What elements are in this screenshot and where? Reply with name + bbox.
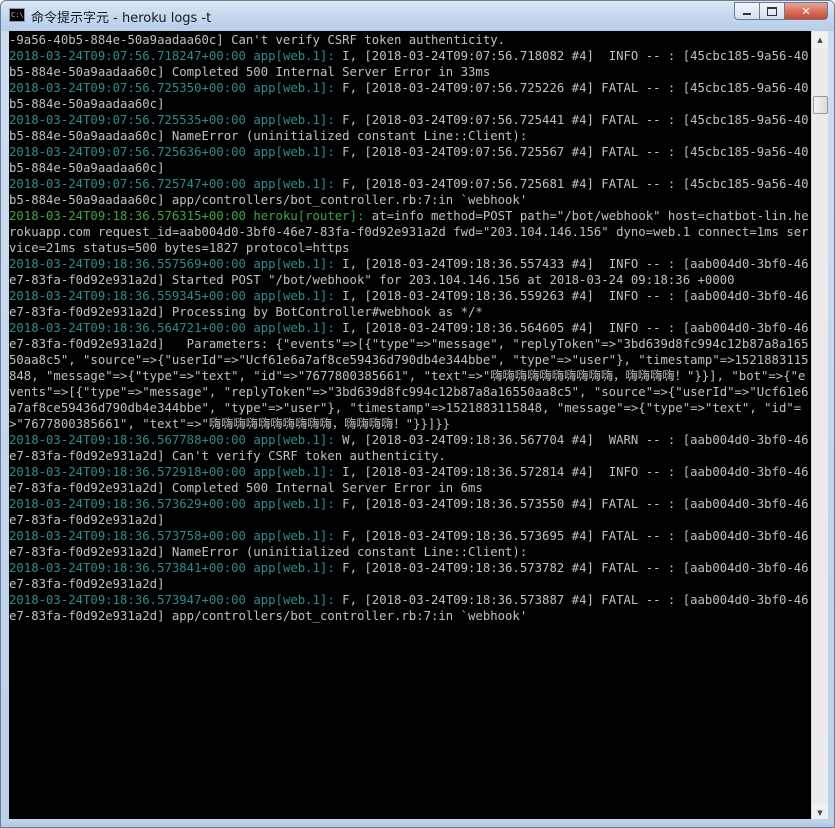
log-line: 2018-03-24T09:07:56.725636+00:00 app[web… xyxy=(9,145,809,175)
log-source: app[web.1]: xyxy=(253,497,335,511)
log-line: 2018-03-24T09:07:56.725747+00:00 app[web… xyxy=(9,177,809,207)
log-message: I, [2018-03-24T09:18:36.564605 #4] INFO … xyxy=(9,321,809,431)
log-line: 2018-03-24T09:18:36.576315+00:00 heroku[… xyxy=(9,209,809,255)
log-timestamp: 2018-03-24T09:18:36.573841+00:00 xyxy=(9,561,246,575)
close-button[interactable]: ✕ xyxy=(785,2,828,20)
window-controls: ✕ xyxy=(734,2,828,21)
log-timestamp: 2018-03-24T09:18:36.559345+00:00 xyxy=(9,289,246,303)
vertical-scrollbar[interactable]: ▲ ▼ xyxy=(811,31,828,821)
log-line: 2018-03-24T09:18:36.572918+00:00 app[web… xyxy=(9,465,809,495)
log-line: 2018-03-24T09:18:36.573758+00:00 app[web… xyxy=(9,529,809,559)
log-line: 2018-03-24T09:18:36.567788+00:00 app[web… xyxy=(9,433,809,463)
log-source: app[web.1]: xyxy=(253,433,335,447)
log-source: app[web.1]: xyxy=(253,289,335,303)
log-timestamp: 2018-03-24T09:07:56.725636+00:00 xyxy=(9,145,246,159)
log-timestamp: 2018-03-24T09:18:36.573947+00:00 xyxy=(9,593,246,607)
log-timestamp: 2018-03-24T09:18:36.576315+00:00 xyxy=(9,209,246,223)
log-line: 2018-03-24T09:18:36.573629+00:00 app[web… xyxy=(9,497,809,527)
log-text: -9a56-40b5-884e-50a9aadaa60c] Can't veri… xyxy=(9,32,811,624)
log-line: 2018-03-24T09:07:56.725535+00:00 app[web… xyxy=(9,113,809,143)
cmd-icon[interactable]: C:\ xyxy=(9,8,25,22)
log-source: app[web.1]: xyxy=(253,593,335,607)
log-line: 2018-03-24T09:18:36.573841+00:00 app[web… xyxy=(9,561,809,591)
window-title: 命令提示字元 - heroku logs -t xyxy=(31,11,212,26)
log-timestamp: 2018-03-24T09:18:36.572918+00:00 xyxy=(9,465,246,479)
log-source: app[web.1]: xyxy=(253,49,335,63)
up-arrow-icon: ▲ xyxy=(817,35,823,44)
log-source: app[web.1]: xyxy=(253,465,335,479)
maximize-icon xyxy=(767,6,777,16)
log-source: app[web.1]: xyxy=(253,561,335,575)
log-source: app[web.1]: xyxy=(253,81,335,95)
console-output[interactable]: -9a56-40b5-884e-50a9aadaa60c] Can't veri… xyxy=(9,31,811,821)
log-line: 2018-03-24T09:18:36.557569+00:00 app[web… xyxy=(9,257,809,287)
log-source: app[web.1]: xyxy=(253,145,335,159)
log-source: app[web.1]: xyxy=(253,177,335,191)
cmd-window: C:\ 命令提示字元 - heroku logs -t ✕ -9a56-40b5… xyxy=(0,0,835,828)
minimize-icon xyxy=(743,13,751,15)
log-timestamp: 2018-03-24T09:07:56.725747+00:00 xyxy=(9,177,246,191)
title-bar[interactable]: C:\ 命令提示字元 - heroku logs -t ✕ xyxy=(1,1,834,31)
log-line: 2018-03-24T09:07:56.718247+00:00 app[web… xyxy=(9,49,809,79)
log-timestamp: 2018-03-24T09:07:56.725535+00:00 xyxy=(9,113,246,127)
log-timestamp: 2018-03-24T09:07:56.725350+00:00 xyxy=(9,81,246,95)
window-frame-bottom xyxy=(1,819,834,827)
log-line: 2018-03-24T09:18:36.564721+00:00 app[web… xyxy=(9,321,809,431)
log-line: 2018-03-24T09:18:36.559345+00:00 app[web… xyxy=(9,289,809,319)
minimize-button[interactable] xyxy=(734,2,760,20)
scroll-up-button[interactable]: ▲ xyxy=(812,31,828,48)
log-line: 2018-03-24T09:07:56.725350+00:00 app[web… xyxy=(9,81,809,111)
log-timestamp: 2018-03-24T09:18:36.564721+00:00 xyxy=(9,321,246,335)
log-source: heroku[router]: xyxy=(253,209,365,223)
log-timestamp: 2018-03-24T09:18:36.573629+00:00 xyxy=(9,497,246,511)
log-timestamp: 2018-03-24T09:18:36.567788+00:00 xyxy=(9,433,246,447)
down-arrow-icon: ▼ xyxy=(817,808,823,817)
log-timestamp: 2018-03-24T09:18:36.557569+00:00 xyxy=(9,257,246,271)
close-icon: ✕ xyxy=(801,4,811,18)
log-timestamp: 2018-03-24T09:18:36.573758+00:00 xyxy=(9,529,246,543)
log-source: app[web.1]: xyxy=(253,529,335,543)
log-line: 2018-03-24T09:18:36.573947+00:00 app[web… xyxy=(9,593,809,623)
log-message: -9a56-40b5-884e-50a9aadaa60c] Can't veri… xyxy=(9,33,506,47)
maximize-button[interactable] xyxy=(760,2,785,20)
log-source: app[web.1]: xyxy=(253,113,335,127)
log-timestamp: 2018-03-24T09:07:56.718247+00:00 xyxy=(9,49,246,63)
log-line: -9a56-40b5-884e-50a9aadaa60c] Can't veri… xyxy=(9,33,505,47)
log-source: app[web.1]: xyxy=(253,257,335,271)
log-source: app[web.1]: xyxy=(253,321,335,335)
scroll-thumb[interactable] xyxy=(813,96,828,114)
